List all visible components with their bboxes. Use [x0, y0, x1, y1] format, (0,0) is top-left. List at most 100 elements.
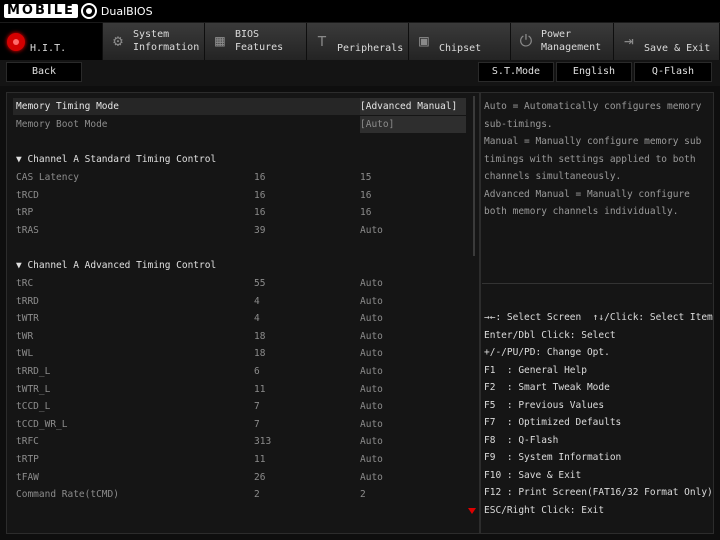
- timing-label: Command Rate(tCMD): [16, 489, 119, 501]
- tab-label: Peripherals: [337, 43, 404, 54]
- help-text-line: Auto = Automatically configures memory: [484, 101, 702, 112]
- key-legend-line: F8 : Q-Flash: [484, 434, 559, 446]
- timing-label: tCCD_WR_L: [16, 418, 68, 430]
- timing-row[interactable]: tRTP 11 Auto: [16, 451, 476, 468]
- sub-toolbar: Back S.T.Mode English Q-Flash: [0, 60, 720, 86]
- tab-peripherals[interactable]: ⊤ Peripherals: [307, 23, 409, 60]
- timing-row[interactable]: tRRD 4 Auto: [16, 293, 476, 310]
- timing-label: tRAS: [16, 224, 39, 236]
- timing-label: tRRD: [16, 295, 39, 307]
- timing-row[interactable]: tWL 18 Auto: [16, 345, 476, 362]
- logo-gear-icon: [80, 3, 97, 19]
- timing-row[interactable]: tRRD_L 6 Auto: [16, 363, 476, 380]
- timing-setting-value[interactable]: 16: [360, 204, 371, 221]
- brand-logo: MOBILE DualBIOS: [4, 2, 153, 20]
- timing-setting-value[interactable]: Auto: [360, 275, 383, 292]
- timing-setting-value[interactable]: Auto: [360, 293, 383, 310]
- key-legend-line: Enter/Dbl Click: Select: [484, 329, 616, 341]
- setting-label: Memory Timing Mode: [16, 101, 119, 112]
- timing-label: tWTR_L: [16, 383, 51, 395]
- key-legend-line: F10 : Save & Exit: [484, 469, 582, 481]
- timing-setting-value[interactable]: Auto: [360, 328, 383, 345]
- timing-label: tRCD: [16, 189, 39, 201]
- memory-boot-mode-value[interactable]: [Auto]: [360, 116, 394, 133]
- key-legend-line: F12 : Print Screen(FAT16/32 Format Only): [484, 487, 713, 498]
- tab-power-management[interactable]: ⏻ Power Management: [511, 23, 614, 60]
- help-text-line: timings with settings applied to both: [484, 153, 696, 165]
- timing-setting-value[interactable]: Auto: [360, 222, 383, 239]
- timing-row[interactable]: tWR 18 Auto: [16, 328, 476, 345]
- section-channel-a-standard[interactable]: ▼ Channel A Standard Timing Control: [16, 151, 216, 168]
- timing-setting-value[interactable]: 2: [360, 486, 366, 503]
- timing-current-value: 16: [254, 207, 266, 219]
- timing-current-value: 16: [254, 189, 266, 201]
- timing-row[interactable]: tRP 16 16: [16, 204, 476, 221]
- key-legend-line: ESC/Right Click: Exit: [484, 504, 605, 516]
- timing-current-value: 16: [254, 172, 266, 183]
- timing-label: tRC: [16, 278, 34, 289]
- timing-row[interactable]: tRCD 16 16: [16, 187, 476, 204]
- tab-bios-features[interactable]: ▦ BIOS Features: [205, 23, 307, 60]
- section-channel-a-advanced[interactable]: ▼ Channel A Advanced Timing Control: [16, 257, 216, 274]
- tab-chipset[interactable]: ▣ Chipset: [409, 23, 511, 60]
- timing-setting-value[interactable]: Auto: [360, 345, 383, 362]
- back-button[interactable]: Back: [6, 62, 82, 82]
- timing-label: tWR: [16, 330, 34, 342]
- timing-label: tRTP: [16, 454, 39, 465]
- help-text-line: Advanced Manual = Manually configure: [484, 188, 690, 200]
- timing-setting-value[interactable]: Auto: [360, 310, 383, 327]
- timing-label: tFAW: [16, 471, 39, 483]
- timing-setting-value[interactable]: Auto: [360, 433, 383, 450]
- scrollbar[interactable]: [473, 96, 475, 256]
- memory-boot-mode-row[interactable]: Memory Boot Mode [Auto]: [16, 116, 476, 133]
- timing-row[interactable]: tCCD_WR_L 7 Auto: [16, 416, 476, 433]
- timing-current-value: 6: [254, 366, 260, 377]
- timing-row[interactable]: Command Rate(tCMD) 2 2: [16, 486, 476, 503]
- timing-row[interactable]: tRFC 313 Auto: [16, 433, 476, 450]
- language-button[interactable]: English: [556, 62, 632, 82]
- timing-setting-value[interactable]: 16: [360, 187, 371, 204]
- timing-current-value: 11: [254, 383, 266, 395]
- tab-system-information[interactable]: ⚙ System Information: [103, 23, 205, 60]
- timing-label: tRFC: [16, 436, 39, 448]
- st-mode-button[interactable]: S.T.Mode: [478, 62, 554, 82]
- timing-setting-value[interactable]: Auto: [360, 469, 383, 486]
- timing-label: tCCD_L: [16, 401, 51, 413]
- timing-row[interactable]: tFAW 26 Auto: [16, 469, 476, 486]
- hit-dot-icon: [7, 33, 25, 51]
- memory-timing-mode-value[interactable]: [Advanced Manual]: [360, 98, 457, 115]
- timing-setting-value[interactable]: Auto: [360, 363, 383, 380]
- timing-setting-value[interactable]: Auto: [360, 398, 383, 415]
- tab-hit[interactable]: H.I.T.: [0, 23, 103, 60]
- tab-label: H.I.T.: [30, 43, 67, 54]
- timing-current-value: 18: [254, 330, 266, 342]
- timing-row[interactable]: tWTR_L 11 Auto: [16, 381, 476, 398]
- timing-setting-value[interactable]: 15: [360, 169, 371, 186]
- timing-current-value: 4: [254, 295, 260, 307]
- timing-current-value: 55: [254, 278, 266, 289]
- help-divider: [482, 283, 712, 284]
- timing-setting-value[interactable]: Auto: [360, 416, 383, 433]
- key-legend-line: F2 : Smart Tweak Mode: [484, 382, 610, 393]
- timing-setting-value[interactable]: Auto: [360, 451, 383, 468]
- timing-row[interactable]: tRAS 39 Auto: [16, 222, 476, 239]
- dualbios-label: DualBIOS: [100, 4, 153, 18]
- scroll-down-arrow-icon[interactable]: [468, 508, 476, 514]
- timing-row[interactable]: tRC 55 Auto: [16, 275, 476, 292]
- timing-row[interactable]: tCCD_L 7 Auto: [16, 398, 476, 415]
- timing-label: tRP: [16, 207, 34, 219]
- timing-current-value: 2: [254, 489, 260, 501]
- key-legend-line: +/-/PU/PD: Change Opt.: [484, 347, 610, 358]
- timing-row[interactable]: tWTR 4 Auto: [16, 310, 476, 327]
- timing-row[interactable]: CAS Latency 16 15: [16, 169, 476, 186]
- tab-label: System Information: [133, 29, 200, 53]
- plug-icon: ⊤: [317, 31, 327, 50]
- timing-setting-value[interactable]: Auto: [360, 381, 383, 398]
- help-text-line: both memory channels individually.: [484, 206, 679, 217]
- qflash-button[interactable]: Q-Flash: [634, 62, 712, 82]
- key-legend-line: F1 : General Help: [484, 364, 587, 376]
- tab-save-exit[interactable]: ⇥ Save & Exit: [614, 23, 720, 60]
- memory-timing-mode-row[interactable]: Memory Timing Mode [Advanced Manual]: [16, 98, 476, 115]
- chip-icon: ▣: [419, 31, 429, 50]
- tab-label: Chipset: [439, 43, 482, 54]
